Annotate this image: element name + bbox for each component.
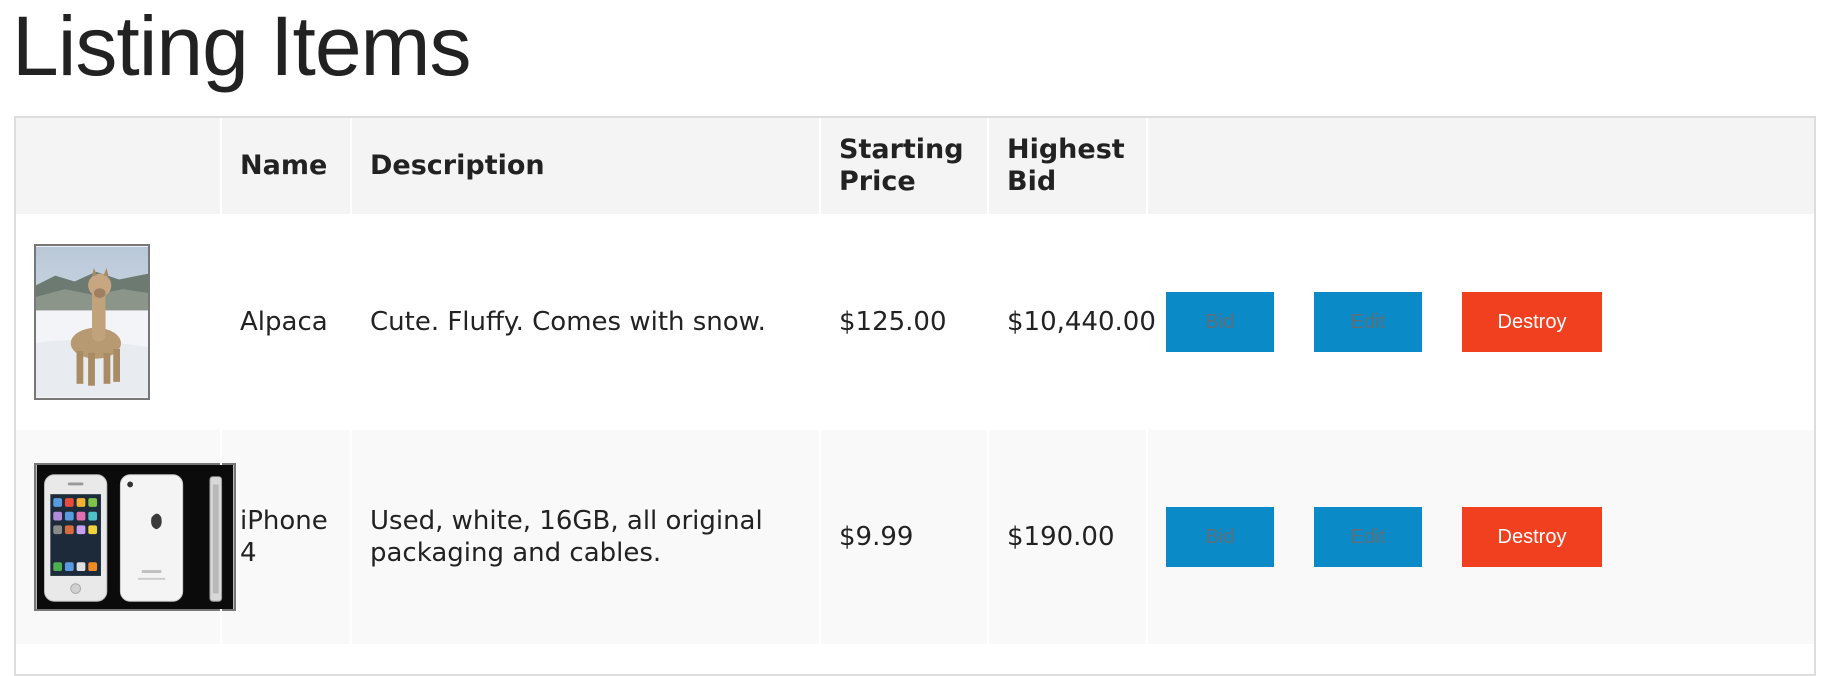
page-title: Listing Items (12, 0, 472, 93)
highest-bid-cell: $10,440.00 (988, 214, 1156, 430)
header-actions (1147, 118, 1814, 214)
highest-bid-cell: $190.00 (988, 430, 1148, 644)
description-cell: Used, white, 16GB, all original packagin… (351, 430, 821, 644)
starting-price-cell: $125.00 (820, 214, 989, 430)
image-cell (16, 214, 222, 430)
header-description: Description (351, 118, 821, 214)
page: Listing Items Name Description Starting … (0, 0, 1834, 676)
edit-button[interactable]: Edit (1314, 292, 1422, 352)
header-highest-bid: Highest Bid (988, 118, 1148, 214)
table-row: Alpaca Cute. Fluffy. Comes with snow. $1… (16, 214, 1814, 430)
items-table-container: Name Description Starting Price Highest … (14, 116, 1816, 676)
header-starting-price-line1: Starting (839, 134, 964, 165)
items-table: Name Description Starting Price Highest … (16, 118, 1814, 644)
name-cell: Alpaca (221, 214, 352, 430)
table-row: iPhone 4 Used, white, 16GB, all original… (16, 430, 1814, 644)
name-cell: iPhone 4 (221, 430, 352, 644)
description-line1: Used, white, 16GB, all original (370, 506, 763, 536)
bid-button[interactable]: Bid (1166, 507, 1274, 567)
description-cell: Cute. Fluffy. Comes with snow. (351, 214, 821, 430)
destroy-button[interactable]: Destroy (1462, 507, 1602, 567)
header-starting-price-line2: Price (839, 166, 916, 197)
header-name: Name (221, 118, 352, 214)
iphone-photo-icon (34, 463, 236, 611)
destroy-button[interactable]: Destroy (1462, 292, 1602, 352)
starting-price-cell: $9.99 (820, 430, 989, 644)
actions-cell: Bid Edit Destroy (1147, 214, 1814, 430)
header-highest-bid-line2: Bid (1007, 166, 1057, 197)
description-line2: packaging and cables. (370, 538, 662, 568)
image-cell (16, 430, 236, 644)
header-starting-price: Starting Price (820, 118, 989, 214)
table-header-row: Name Description Starting Price Highest … (16, 118, 1814, 214)
edit-button[interactable]: Edit (1314, 507, 1422, 567)
header-image (16, 118, 222, 214)
bid-button[interactable]: Bid (1166, 292, 1274, 352)
alpaca-photo-icon (34, 244, 150, 400)
header-highest-bid-line1: Highest (1007, 134, 1125, 165)
actions-cell: Bid Edit Destroy (1147, 430, 1814, 644)
